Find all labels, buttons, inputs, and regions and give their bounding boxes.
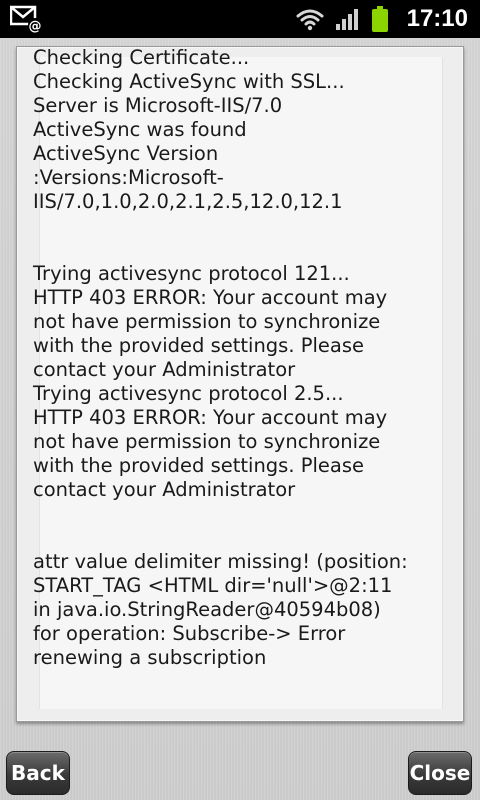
status-bar: @ 17:10 xyxy=(0,0,480,38)
battery-icon xyxy=(371,6,388,32)
log-line: ActiveSync Version :Versions:Microsoft-I… xyxy=(33,142,343,213)
log-line: Trying activesync protocol 121... xyxy=(33,262,350,285)
log-line: Server is Microsoft-IIS/7.0 xyxy=(33,94,283,117)
log-line: Checking ActiveSync with SSL... xyxy=(33,70,345,93)
log-line: Checking Certificate... xyxy=(33,46,250,69)
svg-text:@: @ xyxy=(29,19,42,34)
status-icons: 17:10 xyxy=(295,0,468,38)
log-line: ActiveSync was found xyxy=(33,118,247,141)
log-text: Checking Certificate... Checking ActiveS… xyxy=(33,46,413,670)
status-time: 17:10 xyxy=(406,5,468,32)
mail-at-icon: @ xyxy=(10,5,42,34)
log-spacer xyxy=(33,214,413,262)
back-button[interactable]: Back xyxy=(6,751,70,795)
log-line: HTTP 403 ERROR: Your account may not hav… xyxy=(33,286,388,381)
log-line: Trying activesync protocol 2.5... xyxy=(33,382,344,405)
wifi-icon xyxy=(296,9,324,31)
log-line: attr value delimiter missing! (position:… xyxy=(33,550,408,669)
log-line: HTTP 403 ERROR: Your account may not hav… xyxy=(33,406,388,501)
signal-icon xyxy=(335,9,358,30)
log-spacer xyxy=(33,502,413,550)
close-button[interactable]: Close xyxy=(408,751,472,795)
